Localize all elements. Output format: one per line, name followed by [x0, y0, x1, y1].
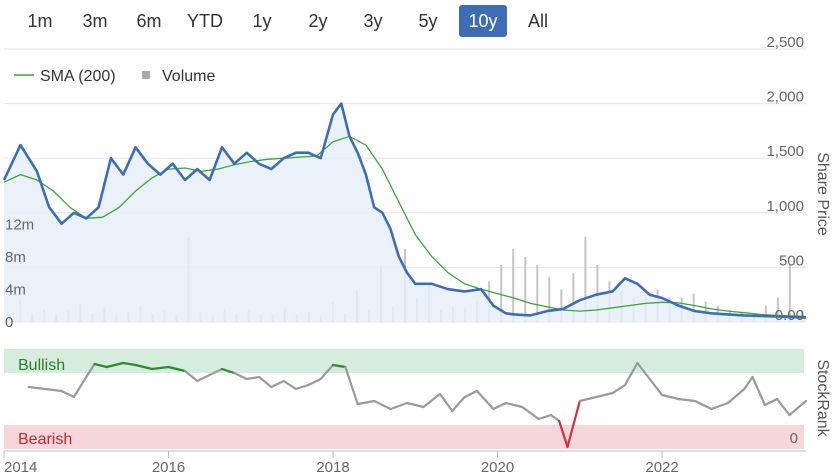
- stockrank-segment: [549, 413, 561, 423]
- price-axis-ticks: 2,500 2,000 1,500 1,000 500 0.00: [766, 34, 804, 324]
- bullish-label: Bullish: [18, 357, 65, 374]
- stockrank-segment: [451, 395, 466, 413]
- stockrank-segment: [356, 399, 376, 406]
- volume-tick-label: 8m: [5, 249, 26, 266]
- stockrank-segment: [406, 401, 425, 409]
- stockrank-segment: [693, 399, 713, 411]
- bearish-band: [4, 425, 804, 449]
- stockrank-axis-zero: 0: [790, 430, 798, 447]
- volume-bar: [512, 248, 515, 322]
- price-chart: SMA (200) Volume 2,500 2,000 1,500 1,000 500…: [2, 34, 831, 476]
- volume-tick-label: 12m: [5, 217, 34, 234]
- stockrank-segment: [751, 375, 767, 407]
- price-tick-label: 1,500: [766, 143, 804, 160]
- stockrank-segment: [660, 393, 680, 401]
- stockrank-segment: [389, 401, 409, 411]
- x-tick-label: 2018: [316, 459, 349, 476]
- price-tick-label: 0.00: [775, 307, 804, 324]
- stockrank-segment: [677, 397, 697, 403]
- volume-legend-label[interactable]: Volume: [162, 68, 215, 85]
- stockrank-axis-title: StockRank: [814, 359, 831, 437]
- stockrank-segment: [475, 389, 495, 411]
- stockrank-segment: [463, 389, 479, 399]
- stockrank-segment: [72, 375, 88, 399]
- bearish-label: Bearish: [18, 431, 72, 448]
- price-tick-label: 500: [779, 252, 804, 269]
- stockrank-segment: [27, 385, 47, 391]
- stockrank-segment: [43, 387, 63, 393]
- stockrank-segment: [282, 379, 298, 391]
- x-tick-label: 2016: [152, 459, 185, 476]
- stockrank-segment: [763, 397, 779, 407]
- legend: SMA (200) Volume: [14, 68, 215, 85]
- price-tick-label: 1,000: [766, 198, 804, 215]
- stockrank-segment: [438, 392, 454, 413]
- stockrank-segment: [294, 383, 310, 391]
- stockrank-segment: [196, 373, 211, 383]
- sma-legend-label[interactable]: SMA (200): [40, 68, 116, 85]
- stockrank-segment: [611, 383, 627, 395]
- stockrank-segment: [245, 375, 261, 381]
- stockrank-segment: [743, 375, 754, 391]
- stockrank-segment: [521, 405, 540, 421]
- stockrank-segment: [257, 375, 273, 389]
- stockrank-segment: [504, 401, 524, 409]
- volume-bar: [524, 257, 527, 322]
- price-tick-label: 2,000: [766, 89, 804, 106]
- stockrank-segment: [710, 401, 730, 411]
- stockrank-segment: [307, 377, 322, 387]
- stockrank-segment: [233, 371, 248, 381]
- stockrank-segment: [726, 387, 746, 405]
- stockrank-segment: [578, 395, 598, 403]
- stockrank-segment: [788, 399, 808, 417]
- stockrank-segment: [422, 392, 442, 409]
- share-price-axis-title: Share Price: [814, 152, 831, 236]
- x-axis-ticks: 2014 2016 2018 2020 2022: [3, 451, 679, 476]
- stockrank-segment: [492, 401, 507, 411]
- stockrank-segment: [648, 377, 664, 397]
- stockrank-segment: [60, 389, 76, 399]
- volume-legend-swatch: [142, 71, 150, 79]
- volume-tick-label: 4m: [5, 282, 26, 299]
- x-tick-label: 2020: [481, 459, 514, 476]
- stockrank-segment: [537, 413, 553, 421]
- stockrank-segment: [595, 391, 614, 399]
- stockrank-segment: [373, 399, 392, 411]
- stockrank-segment: [270, 379, 285, 389]
- volume-tick-label: 0: [5, 314, 13, 331]
- x-tick-label: 2014: [4, 459, 37, 476]
- price-tick-label: 2,500: [766, 34, 804, 51]
- x-tick-label: 2022: [645, 459, 678, 476]
- stockrank-segment: [776, 397, 791, 417]
- bullish-band: [4, 349, 804, 373]
